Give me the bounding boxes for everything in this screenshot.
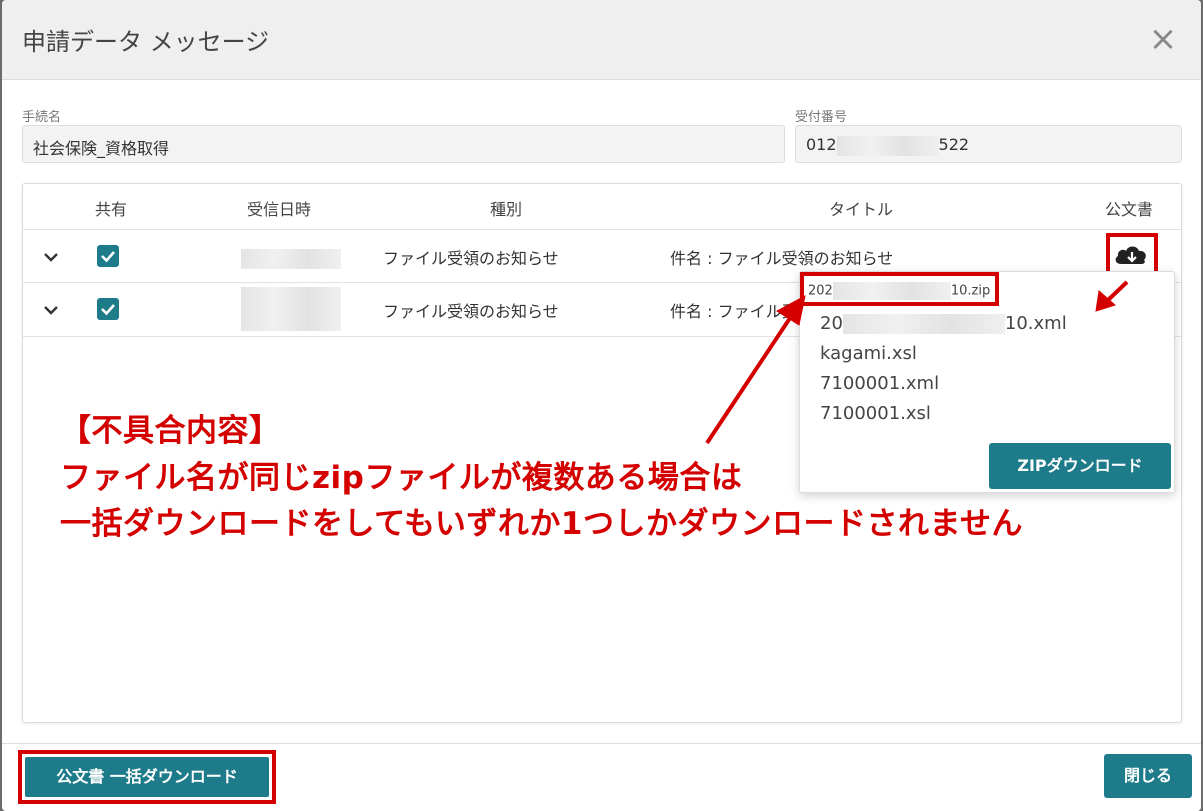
bulk-download-highlight: 公文書 一括ダウンロード bbox=[18, 750, 276, 804]
bulk-download-button[interactable]: 公文書 一括ダウンロード bbox=[25, 757, 269, 797]
annotation-heading: 【不具合内容】 bbox=[60, 413, 281, 449]
dialog-footer: 公文書 一括ダウンロード 閉じる bbox=[2, 743, 1201, 811]
message-dialog: 申請データ メッセージ × 手続名 社会保険_資格取得 受付番号 012 522 … bbox=[2, 0, 1201, 811]
arrow-head-icon bbox=[776, 295, 806, 326]
annotation-line: 一括ダウンロードをしてもいずれか1つしかダウンロードされません bbox=[60, 506, 1024, 542]
annotation-line: ファイル名が同じzipファイルが複数ある場合は bbox=[60, 460, 743, 496]
close-button[interactable]: 閉じる bbox=[1104, 754, 1192, 798]
